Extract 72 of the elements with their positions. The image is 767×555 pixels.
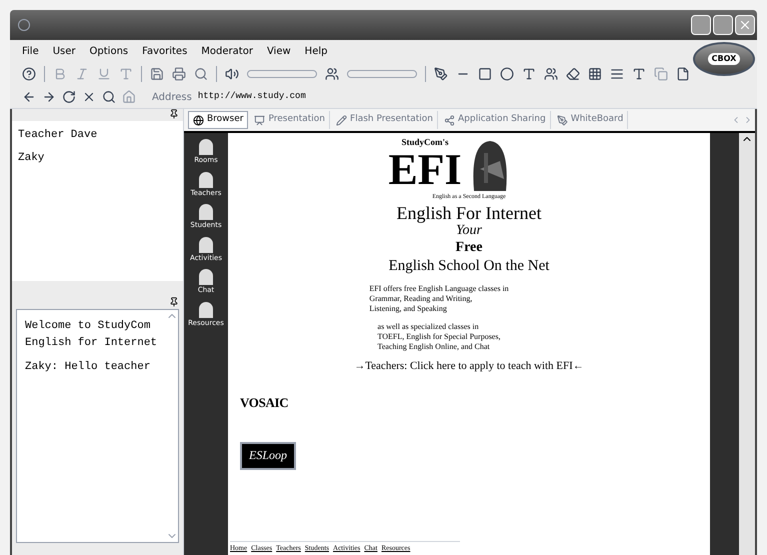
- tab[interactable]: Browser: [188, 111, 248, 129]
- menu-item[interactable]: Favorites: [142, 44, 188, 58]
- figure-icon: [198, 269, 213, 285]
- format-icon[interactable]: [632, 67, 646, 81]
- tab[interactable]: WhiteBoard: [552, 111, 628, 129]
- page-text: Grammar, Reading and Writing,: [369, 294, 474, 304]
- figure-icon: [198, 204, 213, 220]
- participant-name[interactable]: Teacher Dave: [18, 127, 183, 144]
- lines-icon[interactable]: [610, 67, 624, 81]
- text-tool-icon[interactable]: [522, 67, 536, 81]
- page-text: as well as specialized classes in: [378, 322, 480, 332]
- forward-icon[interactable]: [42, 90, 56, 104]
- tab[interactable]: Application Sharing: [440, 111, 551, 129]
- free-text: Free: [456, 239, 482, 257]
- page-icon[interactable]: [676, 67, 690, 81]
- tab[interactable]: Flash Presentation: [332, 111, 438, 129]
- globe-icon: [193, 114, 204, 126]
- speaker-icon[interactable]: [225, 67, 239, 81]
- page-text: Teaching English Online, and Chat: [378, 342, 491, 352]
- menu-item[interactable]: Help: [304, 44, 328, 58]
- cbox-logo: CBOX: [693, 42, 755, 76]
- menu-item[interactable]: Moderator: [201, 44, 253, 58]
- grid-icon[interactable]: [588, 67, 602, 81]
- scrollbar[interactable]: [739, 133, 755, 555]
- freehand-icon[interactable]: [434, 67, 448, 81]
- address-label: Address: [152, 90, 192, 104]
- minimize-button[interactable]: [691, 15, 711, 35]
- share-icon: [444, 114, 455, 126]
- rectangle-icon[interactable]: [478, 67, 492, 81]
- menu-item[interactable]: User: [52, 44, 76, 58]
- chat-message: Welcome to StudyCom English for Internet: [25, 319, 158, 350]
- back-icon[interactable]: [22, 90, 36, 104]
- pin-icon[interactable]: [169, 297, 179, 307]
- brand-text: StudyCom's: [401, 137, 448, 148]
- vosaic-logo: VOSAIC: [240, 395, 290, 412]
- save-icon[interactable]: [150, 67, 164, 81]
- teachers-link[interactable]: →Teachers: Click here to apply to teach with EFI←: [354, 360, 584, 374]
- app-icon: [18, 19, 30, 31]
- page-text: TOEFL, English for Special Purposes,: [378, 332, 500, 342]
- figure-icon: [199, 236, 213, 252]
- menu-item[interactable]: Options: [90, 44, 128, 58]
- tagline: English School On the Net: [388, 256, 550, 276]
- refresh-icon[interactable]: [62, 90, 76, 104]
- ellipse-icon[interactable]: [500, 67, 514, 81]
- address-field[interactable]: http://www.study.com: [198, 90, 306, 104]
- page-text: Listening, and Speaking: [369, 304, 448, 314]
- figure-icon: [199, 302, 213, 318]
- figure-icon: [199, 172, 213, 188]
- pencil-icon: [336, 114, 348, 126]
- pin-icon[interactable]: [169, 109, 179, 119]
- heading-line: Your: [456, 222, 482, 240]
- presentation-icon: [254, 114, 266, 126]
- heading: English For Internet: [396, 204, 542, 222]
- tab[interactable]: Presentation: [250, 111, 330, 129]
- close-button[interactable]: [735, 15, 755, 35]
- close-icon: [738, 18, 752, 32]
- page-title: EFI: [388, 148, 462, 192]
- esloop-logo: ESLoop: [240, 442, 296, 470]
- stop-icon[interactable]: [82, 90, 96, 104]
- menu-item[interactable]: File: [22, 44, 39, 58]
- print-icon[interactable]: [172, 67, 186, 81]
- pen-icon: [556, 114, 568, 126]
- menu-item[interactable]: View: [266, 44, 291, 58]
- search-icon[interactable]: [102, 90, 116, 104]
- chat-message: Zaky: Hello teacher: [25, 360, 152, 375]
- page-text: EFI offers free English Language classes in: [369, 284, 509, 294]
- group-icon[interactable]: [544, 67, 558, 81]
- maximize-button[interactable]: [713, 15, 733, 35]
- participant-name[interactable]: Zaky: [18, 150, 183, 166]
- help-icon[interactable]: [22, 67, 36, 81]
- eraser-icon[interactable]: [566, 67, 580, 81]
- figure-icon: [199, 139, 213, 155]
